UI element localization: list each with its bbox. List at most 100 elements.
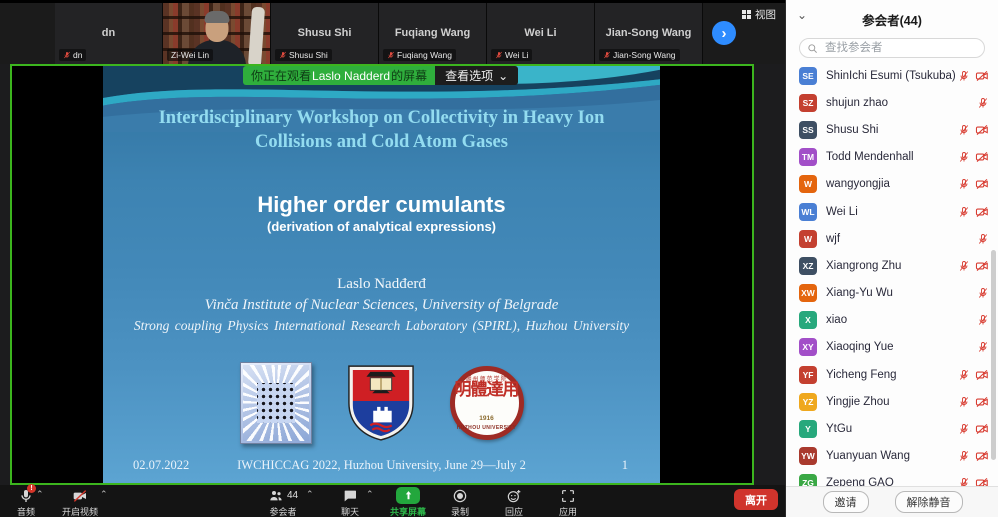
participant-row[interactable]: Y YtGu [786,415,998,442]
participant-name: YtGu [826,423,958,435]
chat-icon [342,488,358,504]
avatar: XZ [799,257,817,275]
video-off-icon [975,123,989,137]
avatar: Y [799,420,817,438]
mic-muted-icon [977,314,989,326]
avatar: SS [799,121,817,139]
record-label: 录制 [451,505,469,517]
tile-name-label: Shusu Shi [289,50,328,60]
participant-name: Wei Li [826,206,958,218]
chevron-down-icon: ⌄ [498,69,508,83]
zoom-meeting-window: dn dn Zi-Wei Lin Zi-W [0,0,998,517]
workshop-title-line1: Interdisciplinary Workshop on Collectivi… [103,106,660,130]
video-tile[interactable]: Jian-Song Wang Jian-Song Wang [595,3,703,64]
muted-mic-icon [603,51,611,59]
unmute-all-button[interactable]: 解除静音 [895,491,963,513]
camera-off-icon [72,488,88,504]
participant-name: Yingjie Zhou [826,396,958,408]
affiliation-2: Strong coupling Physics International Re… [103,318,660,334]
slide-footer-conference: IWCHICCAG 2022, Huzhou University, June … [103,458,660,473]
chat-button[interactable]: 聊天 [330,487,370,517]
talk-title: Higher order cumulants [103,192,660,218]
share-screen-icon [396,487,420,504]
avatar: WL [799,203,817,221]
apps-button[interactable]: 应用 [550,487,586,517]
video-off-icon [975,150,989,164]
participant-name: wangyongjia [826,178,958,190]
participant-row[interactable]: TM Todd Mendenhall [786,144,998,171]
view-button[interactable]: 视图 [742,7,776,22]
participant-row[interactable]: XZ Xiangrong Zhu [786,252,998,279]
participant-name: Todd Mendenhall [826,151,958,163]
slide-page-number: 1 [622,458,628,473]
view-button-label: 视图 [755,7,776,22]
tile-name-tag: Fuqiang Wang [383,49,456,61]
share-screen-button[interactable]: 共享屏幕 [380,487,436,517]
participant-row[interactable]: XY Xiaoqing Yue [786,334,998,361]
avatar: XW [799,284,817,302]
avatar: YZ [799,393,817,411]
video-tile[interactable]: dn dn [55,3,163,64]
scrollbar-thumb[interactable] [991,250,996,460]
tile-name-label: Fuqiang Wang [397,50,452,60]
search-input[interactable] [823,41,977,55]
record-icon [452,488,468,504]
participant-row[interactable]: ZG Zepeng GAO [786,470,998,486]
mic-muted-icon [977,287,989,299]
tile-name-tag: Wei Li [491,49,532,61]
filmstrip-next-button[interactable]: › [712,21,736,45]
tile-name-label: Wei Li [505,50,528,60]
mic-muted-icon [958,70,970,82]
participant-row[interactable]: YZ Yingjie Zhou [786,388,998,415]
huzhou-university-logo: 湖州师范学院 明體達用 1916 HUZHOU UNIVERSITY [450,366,524,440]
video-tile[interactable]: Zi-Wei Lin Zi-Wei Lin [163,3,271,64]
participants-panel: ⌄ 参会者(44) SE ShinIchi Esumi (Tsukuba) [785,0,998,517]
audio-options-chevron[interactable]: ⌃ [36,489,44,500]
participant-search-box[interactable] [799,38,985,58]
banner-suffix: 的屏幕 [391,67,427,84]
participant-row[interactable]: SE ShinIchi Esumi (Tsukuba) [786,62,998,89]
mic-muted-icon [958,477,970,486]
presenter-name: Laslo Nadderd [312,69,390,83]
video-tile[interactable]: Wei Li Wei Li [487,3,595,64]
participant-display-name: dn [55,27,162,39]
participant-list: SE ShinIchi Esumi (Tsukuba) SZ shujun zh… [786,62,998,486]
huzhou-logo-year: 1916 [455,415,519,422]
record-button[interactable]: 录制 [442,487,478,517]
participant-row[interactable]: XW Xiang-Yu Wu [786,280,998,307]
video-tile[interactable]: Shusu Shi Shusu Shi [271,3,379,64]
view-grid-icon [742,10,751,19]
chat-options-chevron[interactable]: ⌃ [366,489,374,500]
video-tile[interactable]: Fuqiang Wang Fuqiang Wang [379,3,487,64]
start-video-label: 开启视频 [62,505,98,517]
mic-muted-icon [958,423,970,435]
video-options-chevron[interactable]: ⌃ [100,489,108,500]
participant-name: Xiaoqing Yue [826,341,977,353]
view-options-button[interactable]: 查看选项⌄ [435,66,518,85]
muted-mic-icon [495,51,503,59]
participants-panel-footer: 邀请 解除静音 [786,486,998,517]
leave-meeting-button[interactable]: 离开 [734,489,778,510]
invite-button[interactable]: 邀请 [823,491,869,513]
presentation-slide: Interdisciplinary Workshop on Collectivi… [103,66,660,483]
participant-row[interactable]: SS Shusu Shi [786,116,998,143]
chat-label: 聊天 [341,505,359,517]
participant-row[interactable]: YW Yuanyuan Wang [786,443,998,470]
participants-panel-title: 参会者(44) [786,10,998,29]
participant-row[interactable]: YF Yicheng Feng [786,361,998,388]
participant-row[interactable]: WL Wei Li [786,198,998,225]
institution-logos: 湖州师范学院 明體達用 1916 HUZHOU UNIVERSITY [103,362,660,444]
participants-options-chevron[interactable]: ⌃ [306,489,314,500]
participant-row[interactable]: SZ shujun zhao [786,89,998,116]
mic-muted-icon [958,396,970,408]
mic-muted-icon [958,151,970,163]
participant-display-name: Jian-Song Wang [595,27,702,39]
reactions-button[interactable]: 回应 [496,487,532,517]
video-off-icon [975,259,989,273]
participant-row[interactable]: W wangyongjia [786,171,998,198]
participant-row[interactable]: W wjf [786,225,998,252]
mic-muted-icon [958,124,970,136]
participant-row[interactable]: X xiao [786,307,998,334]
participant-display-name: Wei Li [487,27,594,39]
participant-name: xiao [826,314,977,326]
